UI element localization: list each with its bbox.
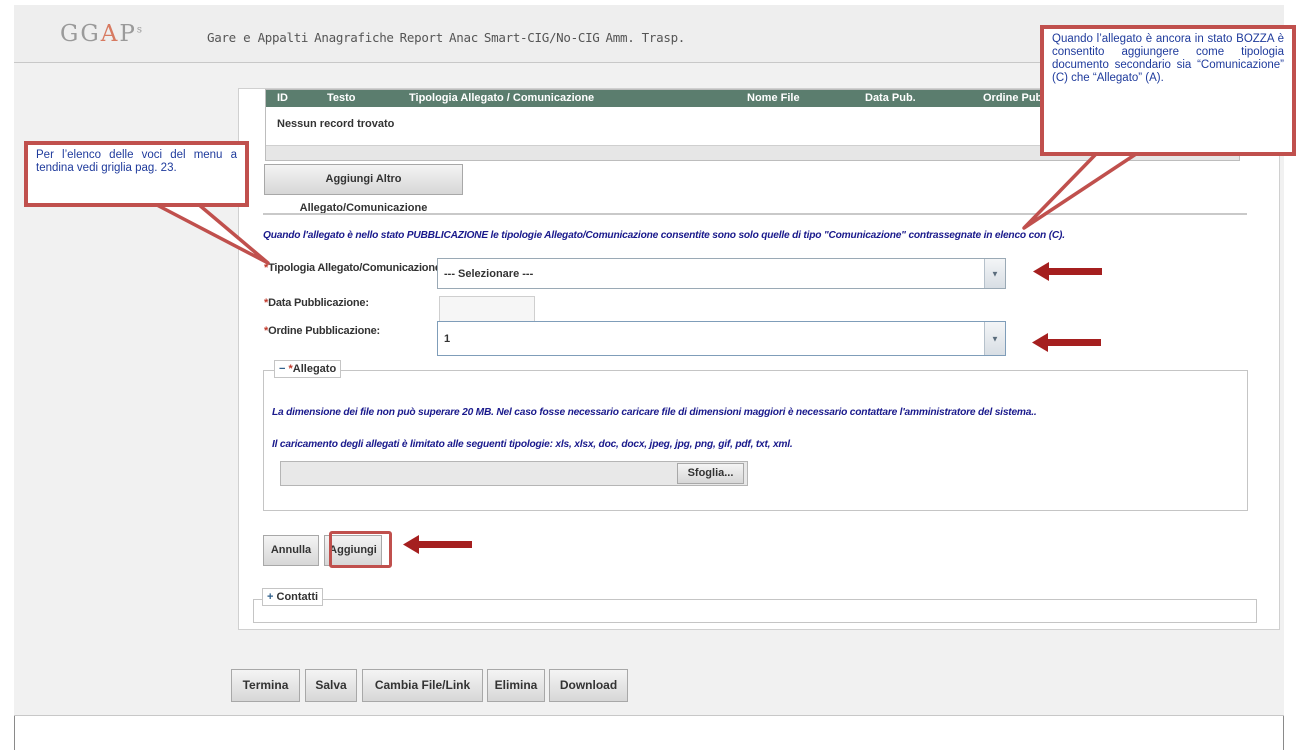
add-button-highlight xyxy=(329,531,392,568)
menu-item-anac[interactable]: Anac xyxy=(449,30,478,45)
data-pubblicazione-field xyxy=(439,296,535,322)
col-data-pub[interactable]: Data Pub. xyxy=(865,92,916,104)
right-callout: Quando l’allegato è ancora in stato BOZZ… xyxy=(1040,25,1296,156)
add-other-attachment-button[interactable]: Aggiungi Altro Allegato/Comunicazione xyxy=(264,164,463,214)
publication-note: Quando l'allegato è nello stato PUBBLICA… xyxy=(263,230,1065,241)
collapse-icon[interactable]: − xyxy=(279,363,285,375)
salva-button[interactable]: Salva xyxy=(305,669,357,702)
menu-item-smart-cig[interactable]: Smart-CIG/No-CIG xyxy=(484,30,600,45)
expand-icon[interactable]: + xyxy=(267,591,273,603)
chevron-down-icon[interactable]: ▼ xyxy=(984,259,1005,288)
data-pubblicazione-label: *Data Pubblicazione: xyxy=(264,297,369,309)
cambia-file-link-button[interactable]: Cambia File/Link xyxy=(362,669,483,702)
tipologia-select[interactable]: --- Selezionare --- ▼ xyxy=(437,258,1006,289)
menu-item-amm-trasp[interactable]: Amm. Trasp. xyxy=(606,30,686,45)
cancel-button[interactable]: Annulla xyxy=(263,535,319,566)
col-tipologia[interactable]: Tipologia Allegato / Comunicazione xyxy=(409,92,594,104)
col-nome-file[interactable]: Nome File xyxy=(747,92,800,104)
ggap-logo[interactable]: GGAPs xyxy=(60,21,144,47)
menu-item-anagrafiche[interactable]: Anagrafiche xyxy=(314,30,394,45)
file-types-info: Il caricamento degli allegati è limitato… xyxy=(272,439,793,450)
left-callout: Per l’elenco delle voci del menu a tendi… xyxy=(24,141,249,207)
menu-item-gare-appalti[interactable]: Gare e Appalti xyxy=(207,30,308,45)
col-id[interactable]: ID xyxy=(277,92,288,104)
col-ordine-pub[interactable]: Ordine Pub xyxy=(983,92,1042,104)
file-size-info: La dimensione dei file non può superare … xyxy=(272,407,1037,418)
elimina-button[interactable]: Elimina xyxy=(487,669,545,702)
browse-button[interactable]: Sfoglia... xyxy=(677,463,744,484)
ordine-pubblicazione-select[interactable]: 1 ▼ xyxy=(437,321,1006,356)
contatti-fieldset xyxy=(253,599,1257,623)
allegato-legend[interactable]: − *Allegato xyxy=(274,360,342,378)
chevron-down-icon[interactable]: ▼ xyxy=(984,322,1005,355)
download-button[interactable]: Download xyxy=(549,669,628,702)
menu-item-report[interactable]: Report xyxy=(400,30,444,45)
main-menu: Gare e Appalti Anagrafiche Report Anac Smart… xyxy=(207,30,691,45)
section-divider xyxy=(263,213,1247,215)
termina-button[interactable]: Termina xyxy=(231,669,300,702)
tipologia-label: *Tipologia Allegato/Comunicazione: xyxy=(264,262,445,274)
ordine-pubblicazione-label: *Ordine Pubblicazione: xyxy=(264,325,381,337)
col-testo[interactable]: Testo xyxy=(327,92,356,104)
contatti-legend[interactable]: + Contatti xyxy=(262,588,324,606)
